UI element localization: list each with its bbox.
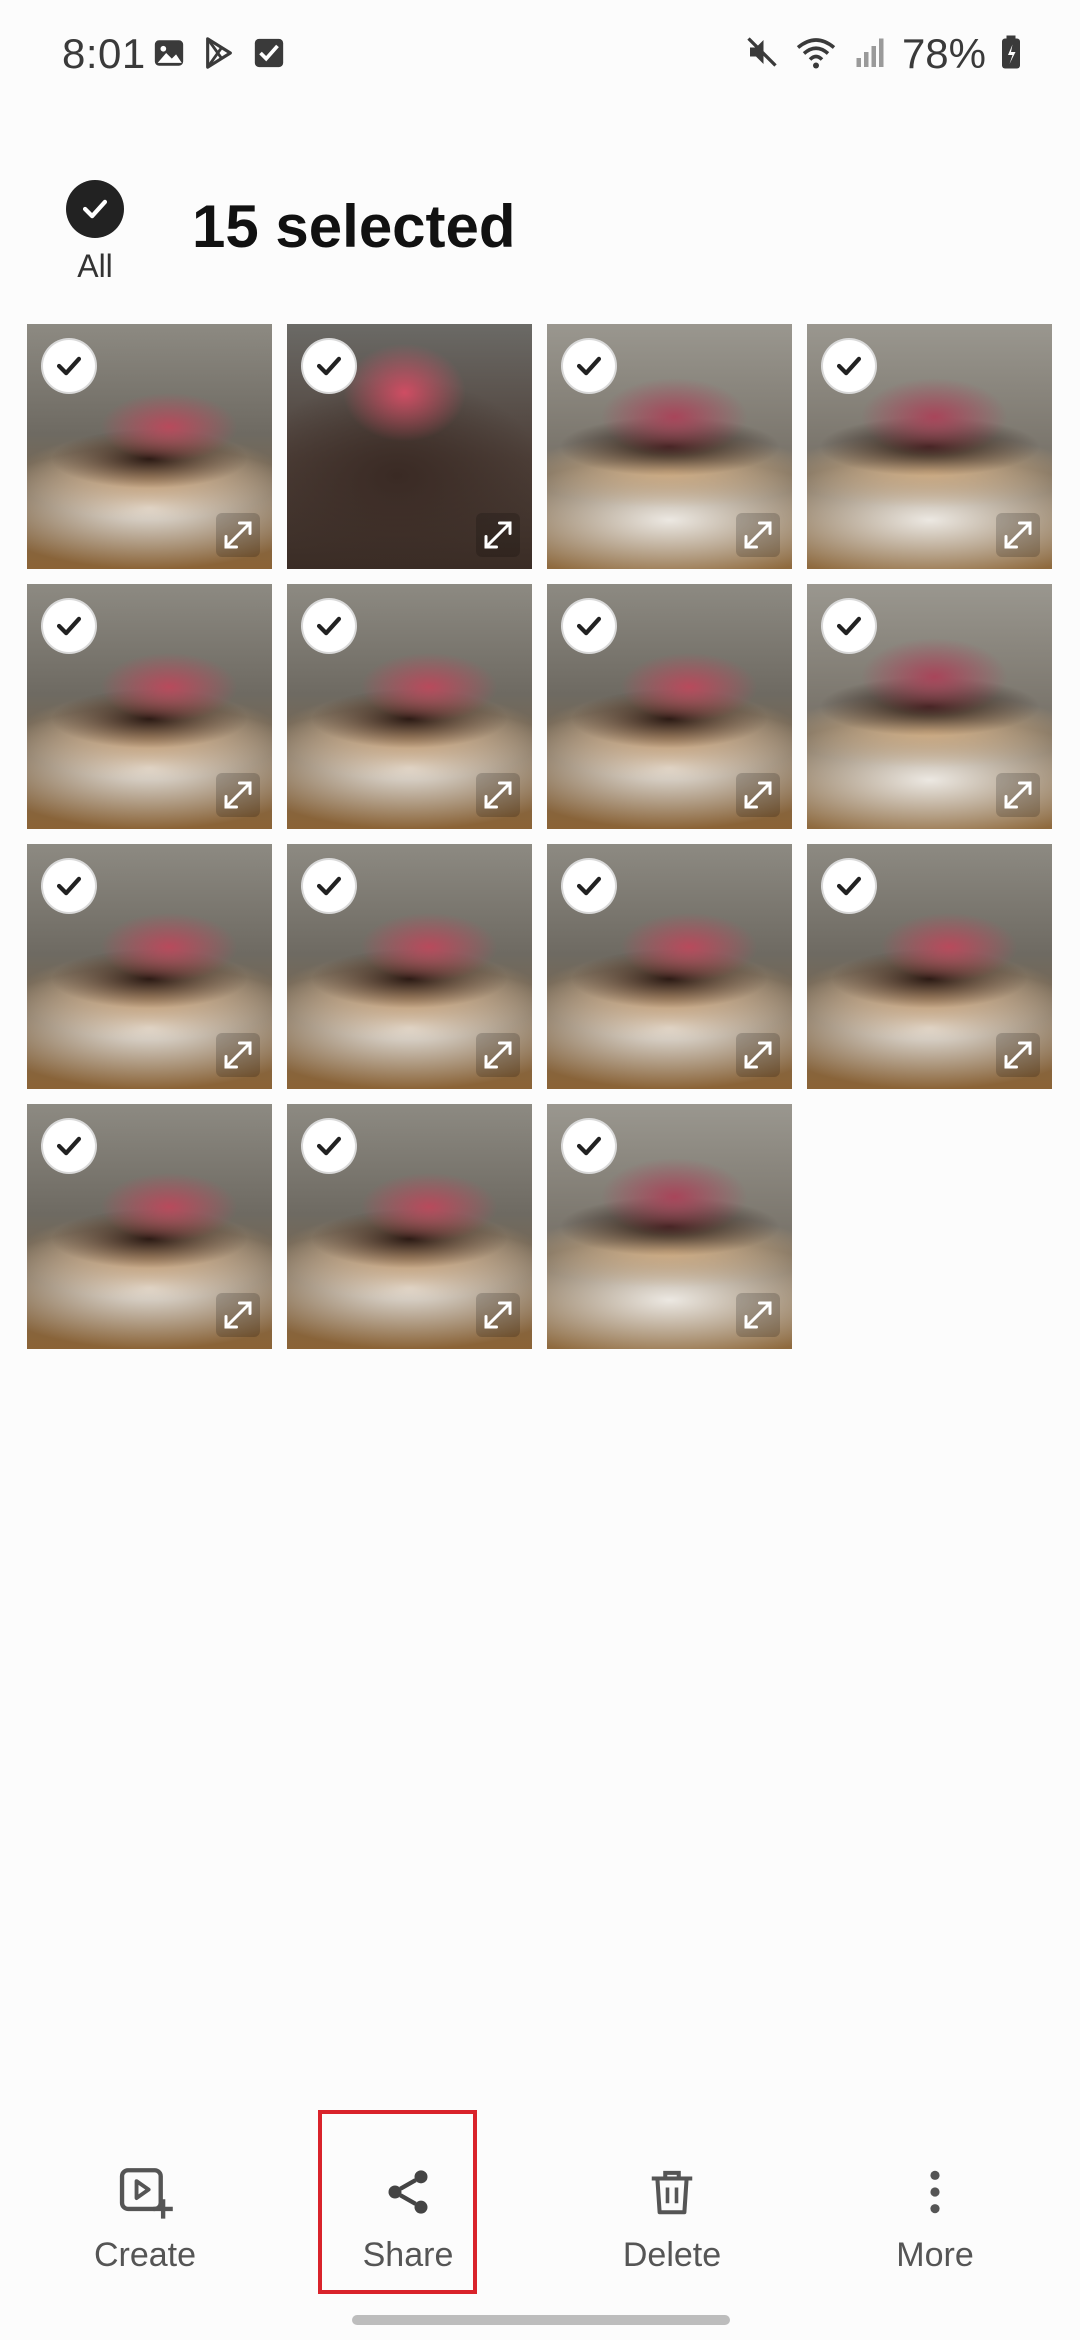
- expand-icon[interactable]: [736, 1293, 780, 1337]
- photo-thumbnail[interactable]: [27, 584, 272, 829]
- photo-grid: [27, 324, 1052, 1349]
- battery-icon: [1000, 34, 1022, 75]
- more-label: More: [896, 2236, 974, 2274]
- expand-icon[interactable]: [216, 1033, 260, 1077]
- checkbox-icon: [252, 36, 286, 75]
- create-icon: [115, 2162, 175, 2222]
- selected-check-icon[interactable]: [301, 598, 357, 654]
- system-status-icons: 78%: [744, 30, 1022, 78]
- expand-icon[interactable]: [216, 513, 260, 557]
- trash-icon: [642, 2162, 702, 2222]
- expand-icon[interactable]: [996, 773, 1040, 817]
- selection-count-title: 15 selected: [192, 193, 516, 260]
- expand-icon[interactable]: [476, 1033, 520, 1077]
- expand-icon[interactable]: [476, 1293, 520, 1337]
- photo-thumbnail[interactable]: [547, 844, 792, 1089]
- photo-thumbnail[interactable]: [547, 1104, 792, 1349]
- expand-icon[interactable]: [476, 773, 520, 817]
- expand-icon[interactable]: [996, 1033, 1040, 1077]
- expand-icon[interactable]: [476, 513, 520, 557]
- photo-thumbnail[interactable]: [27, 1104, 272, 1349]
- selected-check-icon[interactable]: [561, 1118, 617, 1174]
- photo-thumbnail[interactable]: [807, 584, 1052, 829]
- select-all-label: All: [77, 248, 113, 284]
- selected-check-icon[interactable]: [821, 338, 877, 394]
- photo-thumbnail[interactable]: [547, 584, 792, 829]
- photo-thumbnail[interactable]: [807, 844, 1052, 1089]
- expand-icon[interactable]: [736, 1033, 780, 1077]
- wifi-icon: [794, 34, 838, 75]
- expand-icon[interactable]: [996, 513, 1040, 557]
- select-all-check-icon: [66, 180, 124, 238]
- selected-check-icon[interactable]: [561, 598, 617, 654]
- select-all-toggle[interactable]: All: [62, 180, 128, 285]
- more-vertical-icon: [905, 2162, 965, 2222]
- create-button[interactable]: Create: [55, 2120, 235, 2300]
- create-label: Create: [93, 2236, 197, 2274]
- selected-check-icon[interactable]: [561, 338, 617, 394]
- selected-check-icon[interactable]: [301, 1118, 357, 1174]
- delete-button[interactable]: Delete: [582, 2120, 762, 2300]
- expand-icon[interactable]: [216, 1293, 260, 1337]
- play-store-icon: [202, 36, 236, 75]
- bottom-toolbar: Create Share Delete More: [0, 2120, 1080, 2300]
- signal-icon: [852, 34, 888, 75]
- selected-check-icon[interactable]: [301, 858, 357, 914]
- battery-percentage: 78%: [901, 30, 986, 77]
- share-highlight-box: [318, 2110, 477, 2294]
- photo-thumbnail[interactable]: [547, 324, 792, 569]
- photo-thumbnail[interactable]: [27, 324, 272, 569]
- delete-label: Delete: [622, 2236, 722, 2274]
- expand-icon[interactable]: [736, 773, 780, 817]
- gallery-selection-screen: 8:01 78% All 15 selected Create Share De…: [0, 0, 1080, 2340]
- selected-check-icon[interactable]: [41, 598, 97, 654]
- expand-icon[interactable]: [216, 773, 260, 817]
- selected-check-icon[interactable]: [41, 858, 97, 914]
- notification-icons: [152, 36, 286, 75]
- photo-thumbnail[interactable]: [287, 584, 532, 829]
- selected-check-icon[interactable]: [821, 598, 877, 654]
- selected-check-icon[interactable]: [41, 1118, 97, 1174]
- selected-check-icon[interactable]: [561, 858, 617, 914]
- status-bar: 8:01 78%: [0, 0, 1080, 110]
- photo-thumbnail[interactable]: [287, 1104, 532, 1349]
- photo-thumbnail[interactable]: [287, 844, 532, 1089]
- photo-thumbnail[interactable]: [27, 844, 272, 1089]
- expand-icon[interactable]: [736, 513, 780, 557]
- status-time: 8:01: [62, 30, 146, 77]
- selected-check-icon[interactable]: [301, 338, 357, 394]
- more-button[interactable]: More: [845, 2120, 1025, 2300]
- mute-icon: [744, 34, 780, 75]
- home-indicator[interactable]: [352, 2315, 730, 2325]
- selected-check-icon[interactable]: [41, 338, 97, 394]
- photo-thumbnail[interactable]: [287, 324, 532, 569]
- photo-thumbnail[interactable]: [807, 324, 1052, 569]
- gallery-icon: [152, 36, 186, 75]
- selected-check-icon[interactable]: [821, 858, 877, 914]
